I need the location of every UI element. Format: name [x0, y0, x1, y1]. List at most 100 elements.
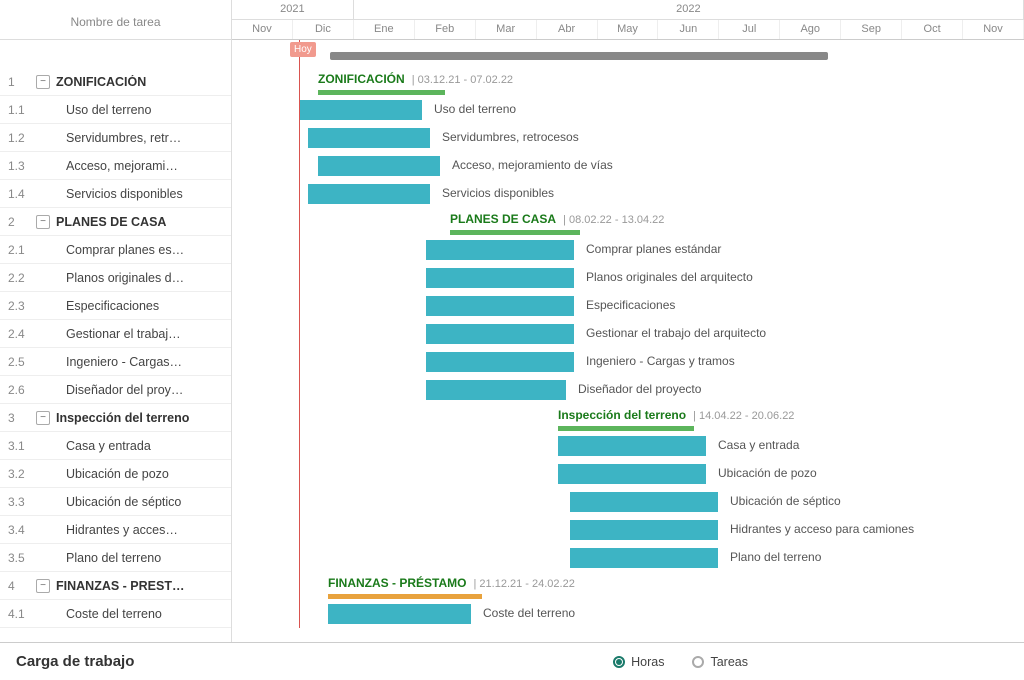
task-row[interactable]: 2.2Planos originales d… — [0, 264, 231, 292]
gantt-row: FINANZAS - PRÉSTAMO | 21.12.21 - 24.02.2… — [232, 572, 1024, 600]
task-bar[interactable] — [328, 604, 471, 624]
task-name-label: Plano del terreno — [36, 551, 231, 565]
collapse-icon[interactable]: − — [36, 411, 50, 425]
task-row[interactable]: 3.2Ubicación de pozo — [0, 460, 231, 488]
month-cell: Oct — [902, 20, 963, 39]
task-bar[interactable] — [426, 296, 574, 316]
task-name-label: Hidrantes y acces… — [36, 523, 231, 537]
task-name-label: Diseñador del proy… — [36, 383, 231, 397]
task-bar[interactable] — [426, 380, 566, 400]
task-row[interactable]: 3.4Hidrantes y acces… — [0, 516, 231, 544]
task-row[interactable]: 1.3Acceso, mejorami… — [0, 152, 231, 180]
task-number: 1.2 — [8, 131, 36, 145]
collapse-icon[interactable]: − — [36, 215, 50, 229]
task-bar-label: Acceso, mejoramiento de vías — [452, 158, 613, 172]
task-number: 4 — [8, 579, 36, 593]
summary-dates: | 08.02.22 - 13.04.22 — [560, 214, 664, 226]
task-row[interactable]: 3−Inspección del terreno — [0, 404, 231, 432]
collapse-icon[interactable]: − — [36, 75, 50, 89]
task-bar[interactable] — [308, 128, 430, 148]
footer-title: Carga de trabajo — [16, 653, 134, 670]
task-number: 1.4 — [8, 187, 36, 201]
gantt-row: Uso del terreno — [232, 96, 1024, 124]
gantt-row: Planos originales del arquitecto — [232, 264, 1024, 292]
radio-label: Horas — [631, 655, 664, 669]
task-bar-label: Coste del terreno — [483, 606, 575, 620]
gantt-row: Acceso, mejoramiento de vías — [232, 152, 1024, 180]
task-row[interactable]: 2.6Diseñador del proy… — [0, 376, 231, 404]
task-bar-label: Planos originales del arquitecto — [586, 270, 753, 284]
task-bar-label: Casa y entrada — [718, 438, 799, 452]
task-row[interactable]: 3.5Plano del terreno — [0, 544, 231, 572]
task-number: 3.4 — [8, 523, 36, 537]
collapse-icon[interactable]: − — [36, 579, 50, 593]
task-bar[interactable] — [426, 324, 574, 344]
today-line — [299, 40, 300, 628]
task-name-label: Ubicación de séptico — [36, 495, 231, 509]
task-bar[interactable] — [570, 520, 718, 540]
task-list-panel: Nombre de tarea 1−ZONIFICACIÓN1.1Uso del… — [0, 0, 232, 642]
task-bar[interactable] — [426, 352, 574, 372]
summary-label: PLANES DE CASA | 08.02.22 - 13.04.22 — [450, 212, 664, 226]
task-bar[interactable] — [308, 184, 430, 204]
task-row[interactable]: 2.5Ingeniero - Cargas… — [0, 348, 231, 376]
radio-icon — [613, 656, 625, 668]
task-row[interactable]: 1.1Uso del terreno — [0, 96, 231, 124]
radio-option[interactable]: Horas — [613, 655, 664, 669]
task-number: 2.3 — [8, 299, 36, 313]
summary-bar[interactable] — [318, 90, 445, 95]
task-bar-label: Diseñador del proyecto — [578, 382, 701, 396]
task-row[interactable]: 2.3Especificaciones — [0, 292, 231, 320]
task-bar-label: Ubicación de séptico — [730, 494, 841, 508]
task-row[interactable]: 1.2Servidumbres, retr… — [0, 124, 231, 152]
task-name-label: Coste del terreno — [36, 607, 231, 621]
task-bar[interactable] — [426, 268, 574, 288]
task-row[interactable]: 4.1Coste del terreno — [0, 600, 231, 628]
gantt-row: Coste del terreno — [232, 600, 1024, 628]
task-number: 3.1 — [8, 439, 36, 453]
month-cell: Ago — [780, 20, 841, 39]
task-row[interactable]: 2−PLANES DE CASA — [0, 208, 231, 236]
task-bar[interactable] — [300, 100, 422, 120]
task-bar[interactable] — [570, 548, 718, 568]
gantt-row: Servidumbres, retrocesos — [232, 124, 1024, 152]
gantt-row: Ingeniero - Cargas y tramos — [232, 348, 1024, 376]
summary-label: ZONIFICACIÓN | 03.12.21 - 07.02.22 — [318, 72, 513, 86]
radio-option[interactable]: Tareas — [692, 655, 748, 669]
task-bar[interactable] — [570, 492, 718, 512]
summary-title: Inspección del terreno — [558, 408, 686, 422]
summary-title: PLANES DE CASA — [450, 212, 556, 226]
task-row[interactable]: 1.4Servicios disponibles — [0, 180, 231, 208]
month-cell: Ene — [354, 20, 415, 39]
task-name-label: Planos originales d… — [36, 271, 231, 285]
summary-title: FINANZAS - PRÉSTAMO — [328, 576, 466, 590]
task-bar[interactable] — [558, 464, 706, 484]
task-row[interactable]: 2.1Comprar planes es… — [0, 236, 231, 264]
summary-bar[interactable] — [450, 230, 580, 235]
task-bar[interactable] — [558, 436, 706, 456]
summary-bar[interactable] — [328, 594, 482, 599]
task-row[interactable]: 1−ZONIFICACIÓN — [0, 68, 231, 96]
task-bar-label: Plano del terreno — [730, 550, 821, 564]
task-name-label: Acceso, mejorami… — [36, 159, 231, 173]
task-bar[interactable] — [318, 156, 440, 176]
summary-bar[interactable] — [558, 426, 694, 431]
task-number: 4.1 — [8, 607, 36, 621]
gantt-row: Casa y entrada — [232, 432, 1024, 460]
task-number: 2.5 — [8, 355, 36, 369]
task-row[interactable]: 2.4Gestionar el trabaj… — [0, 320, 231, 348]
gantt-row: Diseñador del proyecto — [232, 376, 1024, 404]
gantt-panel[interactable]: 20212022 NovDicEneFebMarAbrMayJunJulAgoS… — [232, 0, 1024, 642]
task-row[interactable]: 4−FINANZAS - PREST… — [0, 572, 231, 600]
task-bar-label: Servicios disponibles — [442, 186, 554, 200]
gantt-row: Inspección del terreno | 14.04.22 - 20.0… — [232, 404, 1024, 432]
task-number: 1 — [8, 75, 36, 89]
radio-label: Tareas — [710, 655, 748, 669]
gantt-row: Comprar planes estándar — [232, 236, 1024, 264]
task-row[interactable]: 3.1Casa y entrada — [0, 432, 231, 460]
gantt-row: Plano del terreno — [232, 544, 1024, 572]
task-row[interactable]: 3.3Ubicación de séptico — [0, 488, 231, 516]
task-bar[interactable] — [426, 240, 574, 260]
overall-progress-bar[interactable] — [330, 52, 828, 60]
task-number: 2.4 — [8, 327, 36, 341]
